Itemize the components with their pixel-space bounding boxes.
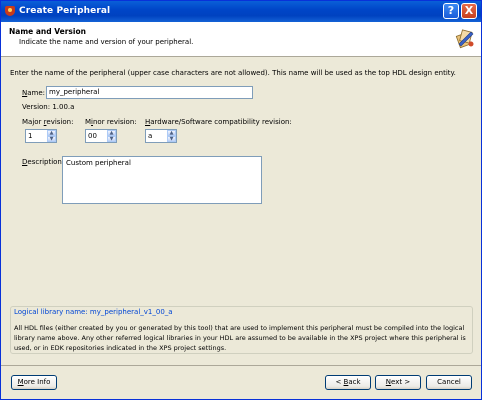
spin-down-icon[interactable]: ▼ <box>47 136 56 142</box>
page-subtitle: Indicate the name and version of your pe… <box>19 38 194 46</box>
back-rest: ack <box>348 378 361 386</box>
next-button[interactable]: Next > <box>375 375 421 390</box>
description-label-rest: escription: <box>27 158 65 166</box>
back-button[interactable]: < Back <box>325 375 371 390</box>
more-info-button[interactable]: More Info <box>11 375 57 390</box>
logical-library-name: Logical library name: my_peripheral_v1_0… <box>14 308 173 316</box>
intro-text: Enter the name of the peripheral (upper … <box>10 69 456 77</box>
spin-down-icon[interactable]: ▼ <box>167 136 176 142</box>
major-label-prefix: Major <box>22 118 44 126</box>
library-note: All HDL files (either created by you or … <box>14 324 466 352</box>
title-bar[interactable]: Create Peripheral ? X <box>1 1 481 22</box>
minor-revision-spinner[interactable]: 00 ▲ ▼ <box>85 129 117 143</box>
major-revision-spinner[interactable]: 1 ▲ ▼ <box>25 129 57 143</box>
help-icon: ? <box>447 4 455 17</box>
name-label-rest: ame: <box>27 89 46 97</box>
minor-revision-label: Minor revision: <box>85 118 137 126</box>
compat-revision-value: a <box>148 132 153 140</box>
minor-spin-buttons: ▲ ▼ <box>107 130 116 142</box>
next-rest: ext > <box>391 378 411 386</box>
version-text: Version: 1.00.a <box>22 103 75 111</box>
description-label: Description: <box>22 158 64 166</box>
window-title: Create Peripheral <box>19 6 111 16</box>
page-title: Name and Version <box>9 27 86 36</box>
major-revision-value: 1 <box>28 132 33 140</box>
name-input[interactable]: my_peripheral <box>46 86 253 99</box>
compat-spin-buttons: ▲ ▼ <box>167 130 176 142</box>
peripheral-wizard-icon <box>455 29 474 49</box>
back-prefix: < <box>335 378 344 386</box>
compat-revision-label: Hardware/Software compatibility revision… <box>145 118 292 126</box>
minor-revision-value: 00 <box>88 132 97 140</box>
compat-revision-spinner[interactable]: a ▲ ▼ <box>145 129 177 143</box>
spin-down-icon[interactable]: ▼ <box>107 136 116 142</box>
major-label-rest: evision: <box>46 118 74 126</box>
minor-label-rest: nor revision: <box>93 118 137 126</box>
cancel-button[interactable]: Cancel <box>426 375 472 390</box>
description-textarea[interactable]: Custom peripheral <box>62 156 262 204</box>
more-info-rest: ore Info <box>23 378 51 386</box>
description-value: Custom peripheral <box>66 159 131 167</box>
wizard-header: Name and Version Indicate the name and v… <box>1 22 481 57</box>
close-button[interactable]: X <box>461 3 477 19</box>
footer-divider <box>1 365 481 366</box>
compat-label-rest: ardware/Software compatibility revision: <box>150 118 292 126</box>
major-spin-buttons: ▲ ▼ <box>47 130 56 142</box>
app-icon <box>5 6 15 16</box>
name-label: Name: <box>22 89 45 97</box>
help-button[interactable]: ? <box>443 3 459 19</box>
name-input-value: my_peripheral <box>49 88 100 96</box>
wizard-content: Enter the name of the peripheral (upper … <box>1 58 481 368</box>
create-peripheral-dialog: Create Peripheral ? X Name and Version I… <box>0 0 482 400</box>
close-icon: X <box>464 4 474 17</box>
major-revision-label: Major revision: <box>22 118 73 126</box>
